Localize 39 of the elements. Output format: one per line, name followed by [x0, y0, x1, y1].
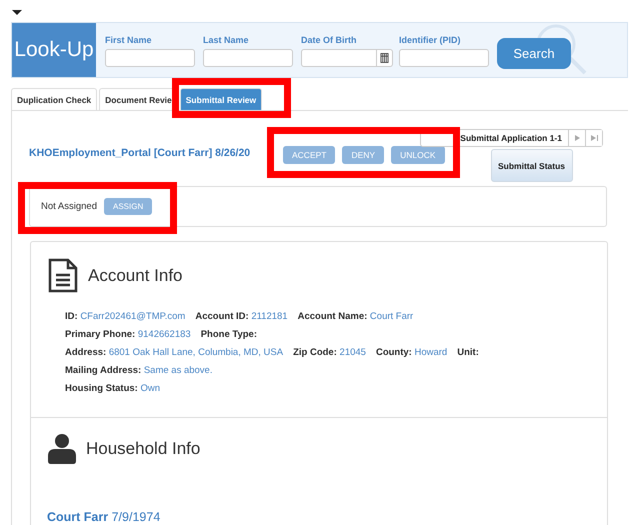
text-field[interactable] [105, 49, 195, 67]
person-icon [48, 434, 76, 464]
info-field: County: Howard [376, 347, 448, 358]
section-heading: Account Info [88, 266, 183, 286]
submittal-status-button[interactable]: Submittal Status [490, 149, 572, 182]
info-field: Account ID: 2112181 [195, 311, 288, 322]
field-label: Identifier (PID) [399, 35, 462, 45]
info-field: Address: 6801 Oak Hall Lane, Columbia, MD, USA [65, 347, 284, 358]
pager-label: Submittal Application 1-1 [459, 133, 563, 143]
field-label: Last Name [203, 35, 250, 45]
info-field: Account Name: Court Farr [298, 311, 414, 322]
info-field: Housing Status: Own [65, 383, 160, 394]
household-member: Court Farr 7/9/1974 [47, 509, 160, 524]
info-field: Zip Code: 21045 [293, 347, 366, 358]
lookup-title: Look-Up [12, 23, 96, 77]
field-label: First Name [105, 35, 153, 45]
submittal-title: KHOEmployment_Portal [Court Farr] 8/26/20 [29, 147, 252, 159]
info-field: Phone Type: [200, 329, 258, 340]
search-button[interactable]: Search [497, 38, 571, 69]
document-icon [48, 258, 78, 293]
assignment-status: Not Assigned [41, 201, 97, 212]
field-label: Date Of Birth [301, 35, 358, 45]
text-field[interactable] [203, 49, 293, 67]
section-heading: Household Info [86, 439, 200, 459]
info-field: Unit: [457, 347, 479, 358]
calendar-icon[interactable] [377, 49, 393, 67]
assign-button[interactable]: ASSIGN [104, 198, 152, 215]
info-field: ID: CFarr202461@TMP.com [65, 311, 186, 322]
action-button[interactable]: DENY [342, 146, 384, 164]
info-field: Mailing Address: Same as above. [65, 365, 212, 376]
date-field[interactable] [301, 49, 377, 67]
text-field[interactable] [399, 49, 489, 67]
action-button[interactable]: ACCEPT [283, 146, 336, 164]
tab[interactable]: Duplication Check [11, 88, 98, 110]
last-icon[interactable] [585, 130, 602, 146]
info-field: Primary Phone: 9142662183 [65, 329, 191, 340]
dropdown-caret-icon[interactable] [12, 10, 22, 15]
action-button[interactable]: UNLOCK [391, 146, 445, 164]
tab[interactable]: Submittal Review [180, 88, 262, 110]
